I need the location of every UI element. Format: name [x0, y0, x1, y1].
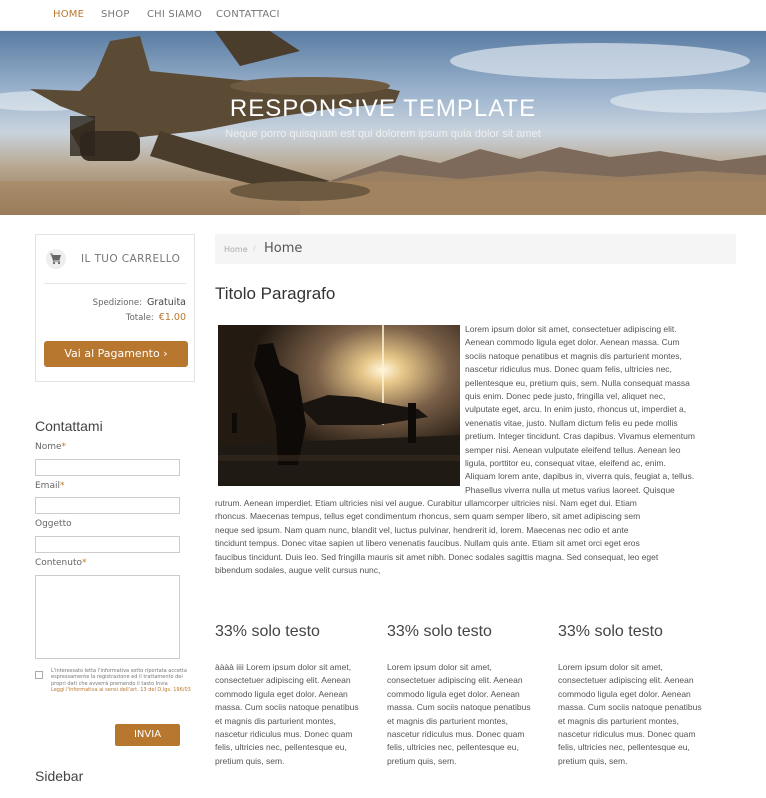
email-label-text: Email: [35, 481, 60, 491]
text-line: Aenean commodo ligula eget dolor. Aenean…: [465, 337, 680, 348]
hero-title: RESPONSIVE TEMPLATE: [229, 95, 537, 122]
text-line: nascetur ridiculus mus. Donec quam felis…: [465, 364, 672, 375]
nav-home[interactable]: HOME: [53, 9, 84, 20]
carrier-deck-image: [218, 325, 460, 486]
top-nav: HOME SHOP CHI SIAMO CONTATTACI: [0, 0, 766, 31]
consent-body: L'interessato letta l'informativa sotto …: [51, 668, 187, 687]
email-field[interactable]: [35, 497, 180, 514]
text-line: bibendum sodales, augue velit cursus nun…: [215, 565, 381, 576]
column-2-text: Lorem ipsum dolor sit amet, consectetuer…: [387, 662, 531, 766]
text-line: rhoncus. Maecenas tempus, tellus eget co…: [215, 511, 641, 522]
cart-total: Totale: €1.00: [126, 312, 186, 323]
name-field[interactable]: [35, 459, 180, 476]
text-line: neque sed ipsum. Nam quam nunc, blandit …: [215, 524, 629, 535]
paragraph-heading: Titolo Paragrafo: [215, 284, 336, 303]
name-label: Nome*: [35, 442, 66, 452]
full-text: rutrum. Aenean imperdiet. Etiam ultricie…: [215, 497, 740, 577]
cart-title: IL TUO CARRELLO: [81, 253, 181, 265]
hero-banner: RESPONSIVE TEMPLATE Neque porro quisquam…: [0, 31, 766, 215]
cart-shipping: Spedizione: Gratuita: [93, 297, 186, 308]
shopping-cart-icon: [46, 249, 66, 269]
column-1-text: àààà iiii Lorem ipsum dolor sit amet, co…: [215, 662, 359, 766]
subject-field[interactable]: [35, 536, 180, 553]
subject-label: Oggetto: [35, 519, 72, 529]
text-line: sociis natoque penatibus et magnis dis p…: [465, 350, 682, 361]
consent-text: L'interessato letta l'informativa sotto …: [51, 668, 191, 693]
required-mark: *: [82, 558, 87, 568]
text-line: venenatis vitae, justo. Nullam dictum fe…: [465, 417, 678, 428]
text-line: tincidunt tempus. Donec vitae sapien ut …: [215, 538, 640, 549]
breadcrumb-current: Home: [264, 241, 303, 256]
text-line: pretium. Integer tincidunt. Cras dapibus…: [465, 431, 695, 442]
breadcrumb: Home / Home: [215, 234, 736, 264]
content-label: Contenuto*: [35, 558, 87, 568]
column-1-title: 33% solo testo: [215, 623, 320, 640]
consent-link[interactable]: Leggi l'informativa ai sensi dell'art. 1…: [51, 687, 191, 693]
total-label: Totale:: [125, 313, 154, 323]
text-line: quis enim. Donec pede justo, fringilla v…: [465, 391, 666, 402]
content-textarea[interactable]: [35, 575, 180, 659]
shipping-value: Gratuita: [146, 297, 186, 308]
nav-chi-siamo[interactable]: CHI SIAMO: [147, 9, 202, 20]
name-label-text: Nome: [35, 442, 62, 452]
text-line: Aliquam lorem ante, dapibus in, viverra …: [465, 471, 695, 482]
text-line: faucibus tincidunt. Duis leo. Sed fringi…: [215, 551, 659, 562]
nav-contattaci[interactable]: CONTATTACI: [216, 9, 280, 20]
text-line: Lorem ipsum dolor sit amet, consectetuer…: [465, 324, 677, 334]
hero-jet-image: [0, 31, 766, 215]
required-mark: *: [61, 442, 67, 452]
cart-icon-glyph: [50, 253, 61, 265]
text-line: vulputate eget, arcu. In enim justo, rho…: [465, 404, 687, 415]
total-value: €1.00: [158, 312, 186, 323]
consent-checkbox[interactable]: [35, 671, 43, 679]
cart-widget: IL TUO CARRELLO Spedizione: Gratuita Tota…: [35, 234, 195, 382]
nav-shop[interactable]: SHOP: [101, 9, 130, 20]
send-button[interactable]: INVIA: [115, 724, 180, 746]
breadcrumb-separator: /: [253, 244, 256, 253]
hero-subtitle: Neque porro quisquam est qui dolorem ips…: [225, 128, 541, 140]
column-3-text: Lorem ipsum dolor sit amet, consectetuer…: [558, 662, 702, 766]
shipping-label: Spedizione:: [92, 298, 142, 308]
sidebar-title: Sidebar: [35, 768, 84, 784]
content-label-text: Contenuto: [35, 558, 83, 568]
text-line: ligula, porttitor eu, consequat vitae, e…: [465, 458, 666, 469]
column-2-title: 33% solo testo: [387, 623, 492, 640]
contact-title: Contattami: [35, 418, 103, 434]
wrap-text: Lorem ipsum dolor sit amet, consectetuer…: [465, 323, 740, 497]
column-3-title: 33% solo testo: [558, 623, 663, 640]
cart-divider: [44, 283, 186, 284]
text-line: semper nisi. Aenean vulputate eleifend t…: [465, 444, 681, 455]
article-photo: [218, 325, 460, 486]
pay-button[interactable]: Vai al Pagamento ›: [44, 341, 188, 367]
text-line: rutrum. Aenean imperdiet. Etiam ultricie…: [215, 498, 637, 508]
breadcrumb-home-link[interactable]: Home: [224, 245, 248, 254]
required-mark: *: [59, 481, 65, 491]
email-label: Email*: [35, 481, 64, 491]
text-line: Phasellus viverra nulla ut metus varius …: [465, 484, 675, 495]
text-line: pellentesque eu, pretium quis, sem. Null…: [465, 377, 690, 388]
